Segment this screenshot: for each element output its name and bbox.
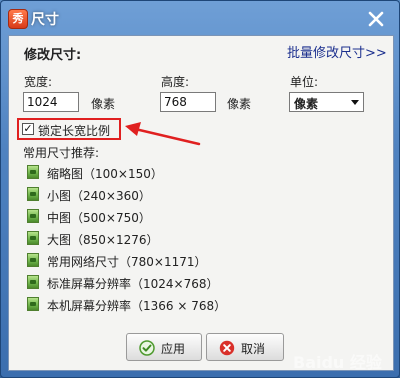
red-arrow-annotation xyxy=(125,122,201,146)
width-unit: 像素 xyxy=(91,97,116,111)
height-unit: 像素 xyxy=(227,97,252,111)
watermark-text: Baidu 经验 xyxy=(293,353,382,372)
dialog-content: 修改尺寸: 批量修改尺寸>> 宽度: 像素 高度: 像素 单位: 像素 ✓ 锁定… xyxy=(8,35,394,371)
image-icon xyxy=(27,231,39,245)
lock-ratio-label[interactable]: 锁定长宽比例 xyxy=(38,122,110,139)
close-button[interactable] xyxy=(365,9,387,29)
size-preset-label: 常用网络尺寸（780×1171） xyxy=(47,255,207,269)
size-preset-label: 大图（850×1276） xyxy=(47,233,159,247)
size-preset-label: 缩略图（100×150） xyxy=(47,167,163,181)
unit-select[interactable]: 像素 xyxy=(289,92,364,112)
lock-ratio-checkbox[interactable]: ✓ xyxy=(22,123,34,135)
size-preset-label: 本机屏幕分辨率（1366 × 768） xyxy=(47,299,227,313)
cancel-button[interactable]: 取消 xyxy=(206,333,284,361)
apply-button-label: 应用 xyxy=(161,342,186,356)
size-dialog: 秀 尺寸 修改尺寸: 批量修改尺寸>> 宽度: 像素 高度: 像素 单位: 像素… xyxy=(0,0,400,378)
width-input[interactable] xyxy=(23,92,79,112)
image-icon xyxy=(27,165,39,179)
image-icon xyxy=(27,297,39,311)
apply-button[interactable]: 应用 xyxy=(126,333,202,361)
cancel-button-label: 取消 xyxy=(241,342,266,356)
lock-ratio-highlight: ✓ 锁定长宽比例 xyxy=(17,118,121,140)
cancel-circle-icon xyxy=(219,340,235,356)
image-icon xyxy=(27,187,39,201)
check-circle-icon xyxy=(139,340,155,356)
image-icon xyxy=(27,275,39,289)
app-logo-icon: 秀 xyxy=(8,9,28,29)
unit-label: 单位: xyxy=(290,75,319,89)
batch-resize-link[interactable]: 批量修改尺寸>> xyxy=(287,42,387,61)
width-label: 宽度: xyxy=(24,75,53,89)
unit-select-value: 像素 xyxy=(294,97,319,111)
image-icon xyxy=(27,253,39,267)
size-preset-label: 标准屏幕分辨率（1024×768） xyxy=(47,277,219,291)
height-label: 高度: xyxy=(161,75,190,89)
close-icon xyxy=(368,11,384,27)
image-icon xyxy=(27,209,39,223)
section-heading: 修改尺寸: xyxy=(24,48,82,63)
title-bar[interactable]: 秀 尺寸 xyxy=(1,1,399,35)
height-input[interactable] xyxy=(160,92,216,112)
size-preset-label: 小图（240×360） xyxy=(47,189,151,203)
size-preset-label: 中图（500×750） xyxy=(47,211,151,225)
recommend-label: 常用尺寸推荐: xyxy=(23,146,100,160)
chevron-down-icon xyxy=(351,100,359,105)
dialog-title: 尺寸 xyxy=(31,12,59,28)
